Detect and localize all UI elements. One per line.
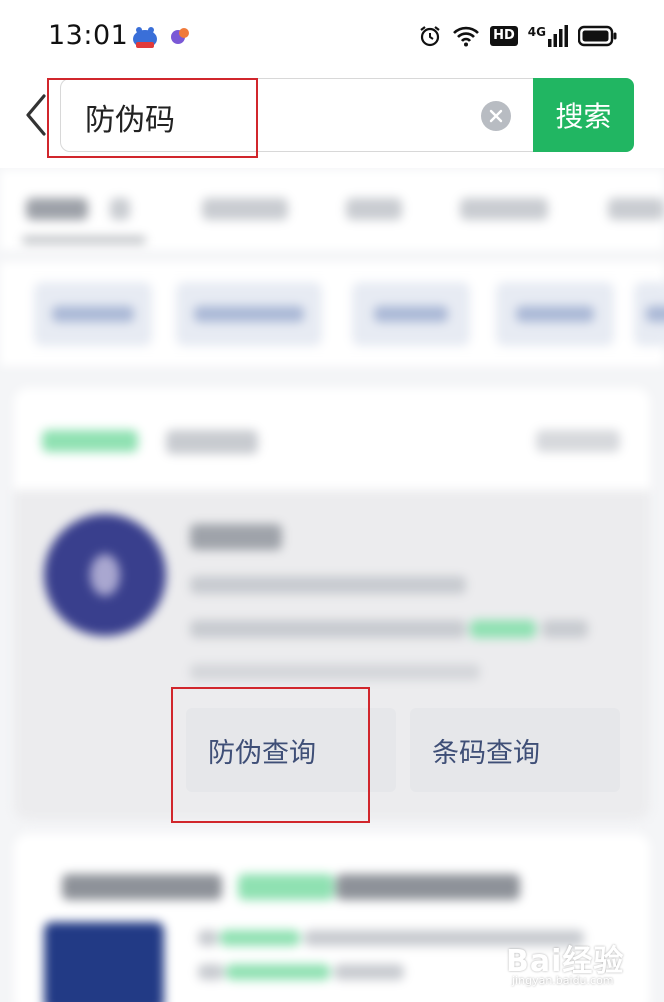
barcode-query-button[interactable]: 条码查询 [410,708,620,792]
active-tab-underline [22,236,146,244]
alarm-icon [420,26,440,47]
related-chip[interactable] [496,282,614,346]
app-screen: 13:01 HD 4G 防伪码 搜索 防伪查询 条码查询 Bai经验 jingy… [0,0,664,1002]
related-chip[interactable] [34,282,152,346]
result-more-link[interactable] [536,430,620,452]
status-time: 13:01 [48,20,129,51]
result-2-title[interactable] [336,874,520,900]
result-card-header [14,388,650,490]
related-chip[interactable] [634,282,664,346]
battery-icon [578,25,617,47]
filter-tab[interactable] [346,198,402,220]
result-desc-line [190,664,480,680]
status-bar: 13:01 HD 4G [0,0,664,68]
watermark-sub-text: jingyan.baidu.com [512,974,614,987]
filter-tab[interactable] [202,198,288,220]
result-desc-highlight [470,620,536,638]
related-chips-row [0,262,664,366]
result-title[interactable] [190,524,282,550]
result-2-desc-highlight [226,964,330,980]
related-chip[interactable] [352,282,470,346]
filter-tab[interactable] [110,198,130,220]
search-button[interactable]: 搜索 [533,78,634,152]
baidu-jingyan-watermark: Bai经验 jingyan.baidu.com [506,926,656,996]
result-source-badge [42,430,138,452]
result-2-desc [198,930,218,946]
signal-icon: 4G [528,25,568,47]
result-desc-line [190,576,466,594]
result-2-title[interactable] [62,874,222,900]
result-2-desc [334,964,404,980]
network-type-label: 4G [527,25,546,39]
result-2-desc [198,964,224,980]
baidu-app-icon [133,27,157,48]
related-chip[interactable] [176,282,322,346]
result-logo [44,514,166,636]
wifi-icon [453,26,480,47]
result-2-title-highlight [238,874,334,900]
hd-icon: HD [490,26,518,46]
result-desc-line [542,620,588,638]
result-2-desc-highlight [220,930,300,946]
result-desc-line [190,620,466,638]
result-source-text [166,430,258,454]
anti-counterfeit-highlight-box [171,687,370,823]
clear-search-icon[interactable] [481,101,511,131]
filter-tab[interactable] [26,198,88,220]
search-query-highlight-box [47,78,258,158]
filter-tab[interactable] [608,198,664,220]
notification-app-icon [171,28,189,44]
filter-tab[interactable] [460,198,548,220]
result-2-thumbnail [44,922,164,1002]
